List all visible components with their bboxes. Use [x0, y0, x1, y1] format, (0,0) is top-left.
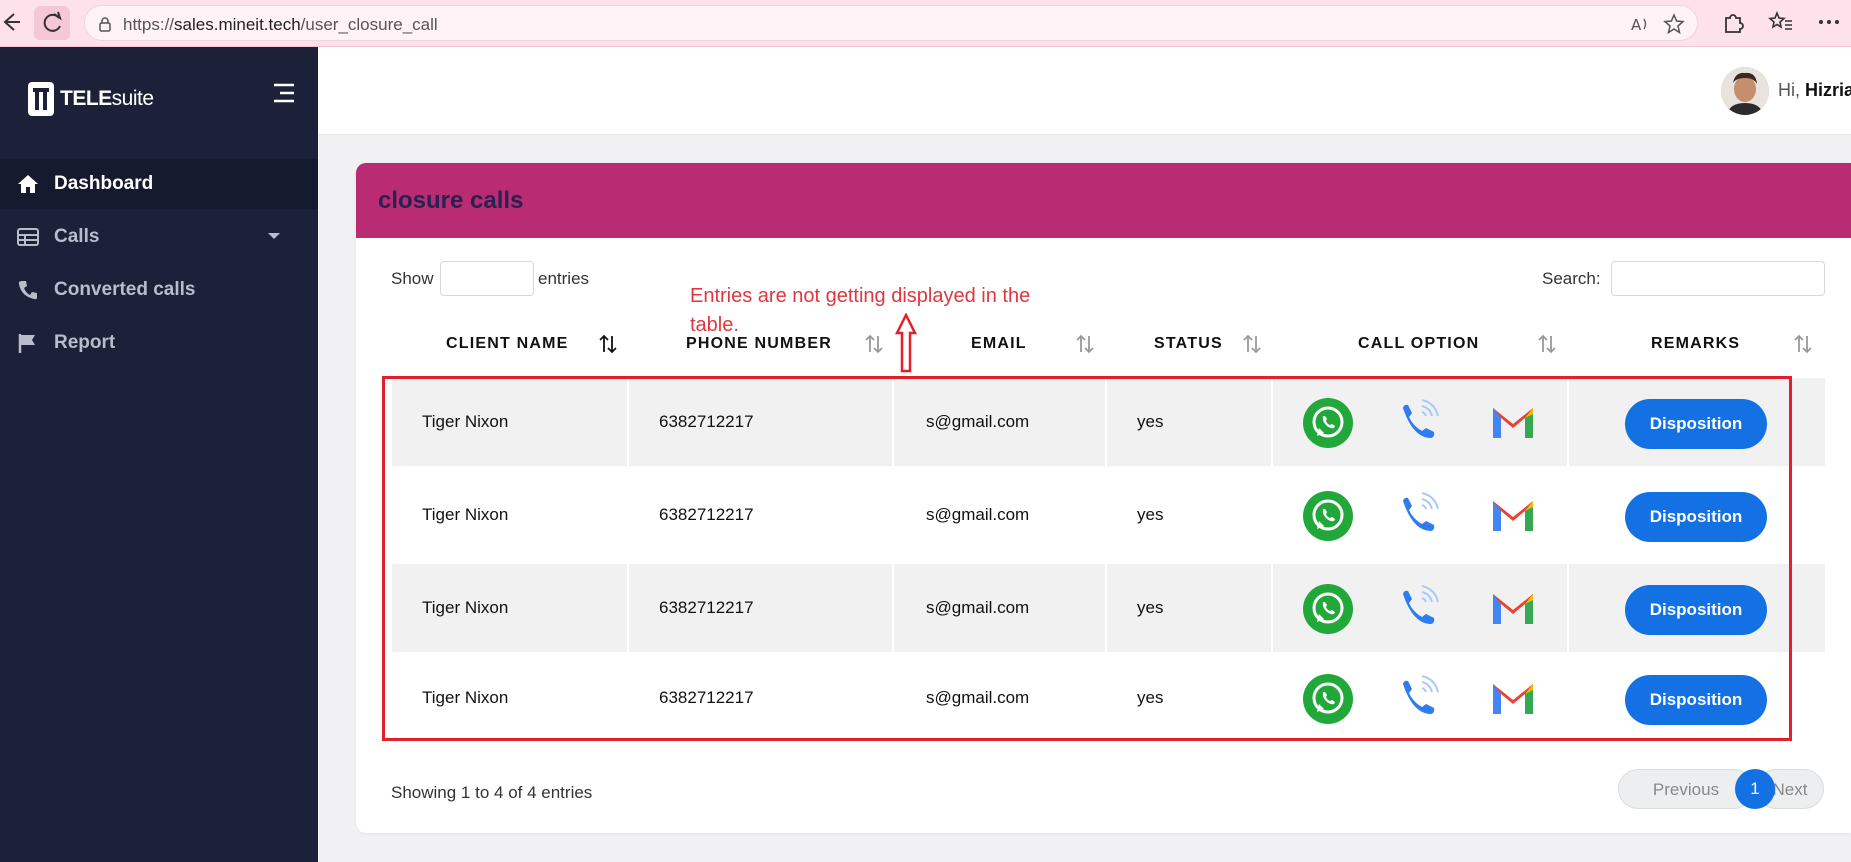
sort-icon[interactable] — [1241, 333, 1263, 355]
extensions-icon[interactable] — [1720, 9, 1746, 35]
column-header-client-name[interactable]: CLIENT NAME — [446, 335, 569, 353]
search-label: Search: — [1542, 269, 1601, 288]
previous-page-button[interactable]: Previous — [1618, 769, 1754, 809]
sidebar-item-report[interactable]: Report — [0, 318, 318, 368]
logo-icon — [28, 82, 54, 116]
sidebar: TELEsuite Dashboard Calls Converted call… — [0, 47, 318, 862]
card-header: closure calls — [356, 163, 1851, 238]
annotation-text: Entries are not getting displayed in the… — [690, 285, 1031, 336]
favorite-star-icon[interactable] — [1663, 13, 1685, 35]
avatar[interactable] — [1721, 67, 1769, 115]
svg-text:A: A — [1631, 16, 1642, 34]
column-header-phone-number[interactable]: PHONE NUMBER — [686, 335, 832, 353]
table-info: Showing 1 to 4 of 4 entries — [391, 783, 593, 802]
sort-icon[interactable] — [1536, 333, 1558, 355]
sort-icon[interactable] — [597, 333, 619, 355]
show-label: Show — [391, 269, 434, 288]
user-greeting[interactable]: Hi, Hizria — [1778, 80, 1851, 101]
page-title: closure calls — [378, 187, 524, 214]
sort-icon[interactable] — [1792, 333, 1814, 355]
table-icon — [16, 226, 40, 248]
chevron-down-icon — [268, 233, 280, 239]
column-header-call-option[interactable]: CALL OPTION — [1358, 335, 1479, 353]
sidebar-item-label: Calls — [54, 226, 100, 247]
read-aloud-icon[interactable]: A — [1629, 13, 1651, 35]
favorites-icon[interactable] — [1768, 9, 1794, 35]
sidebar-item-label: Converted calls — [54, 279, 196, 300]
annotation-arrow-icon — [895, 313, 917, 373]
sidebar-item-dashboard[interactable]: Dashboard — [0, 159, 318, 209]
column-header-remarks[interactable]: REMARKS — [1651, 335, 1740, 353]
sort-icon[interactable] — [863, 333, 885, 355]
phone-icon — [16, 279, 40, 301]
page-1-button[interactable]: 1 — [1735, 769, 1775, 809]
lock-icon — [99, 17, 111, 32]
sidebar-item-converted-calls[interactable]: Converted calls — [0, 265, 318, 315]
reload-icon — [43, 11, 62, 32]
entries-per-page-select[interactable] — [440, 261, 534, 296]
reload-button[interactable] — [34, 6, 70, 40]
app-logo[interactable]: TELEsuite — [28, 81, 154, 117]
top-header — [318, 47, 1851, 135]
sort-icon[interactable] — [1074, 333, 1096, 355]
back-arrow-icon[interactable] — [0, 10, 20, 34]
column-header-status[interactable]: STATUS — [1154, 335, 1223, 353]
browser-toolbar: https://sales.mineit.tech/user_closure_c… — [0, 0, 1851, 47]
sidebar-toggle-icon[interactable] — [270, 82, 296, 104]
address-bar[interactable]: https://sales.mineit.tech/user_closure_c… — [84, 5, 1698, 41]
sidebar-item-label: Report — [54, 332, 116, 353]
sidebar-item-calls[interactable]: Calls — [0, 212, 318, 262]
search-input[interactable] — [1611, 261, 1825, 296]
entries-label: entries — [538, 269, 590, 288]
column-header-email[interactable]: EMAIL — [971, 335, 1027, 353]
more-menu-icon[interactable] — [1816, 9, 1842, 35]
sidebar-item-label: Dashboard — [54, 173, 154, 194]
url-text: https://sales.mineit.tech/user_closure_c… — [123, 15, 438, 34]
flag-icon — [16, 332, 40, 354]
home-icon — [16, 173, 40, 195]
annotation-highlight-box — [382, 376, 1792, 741]
